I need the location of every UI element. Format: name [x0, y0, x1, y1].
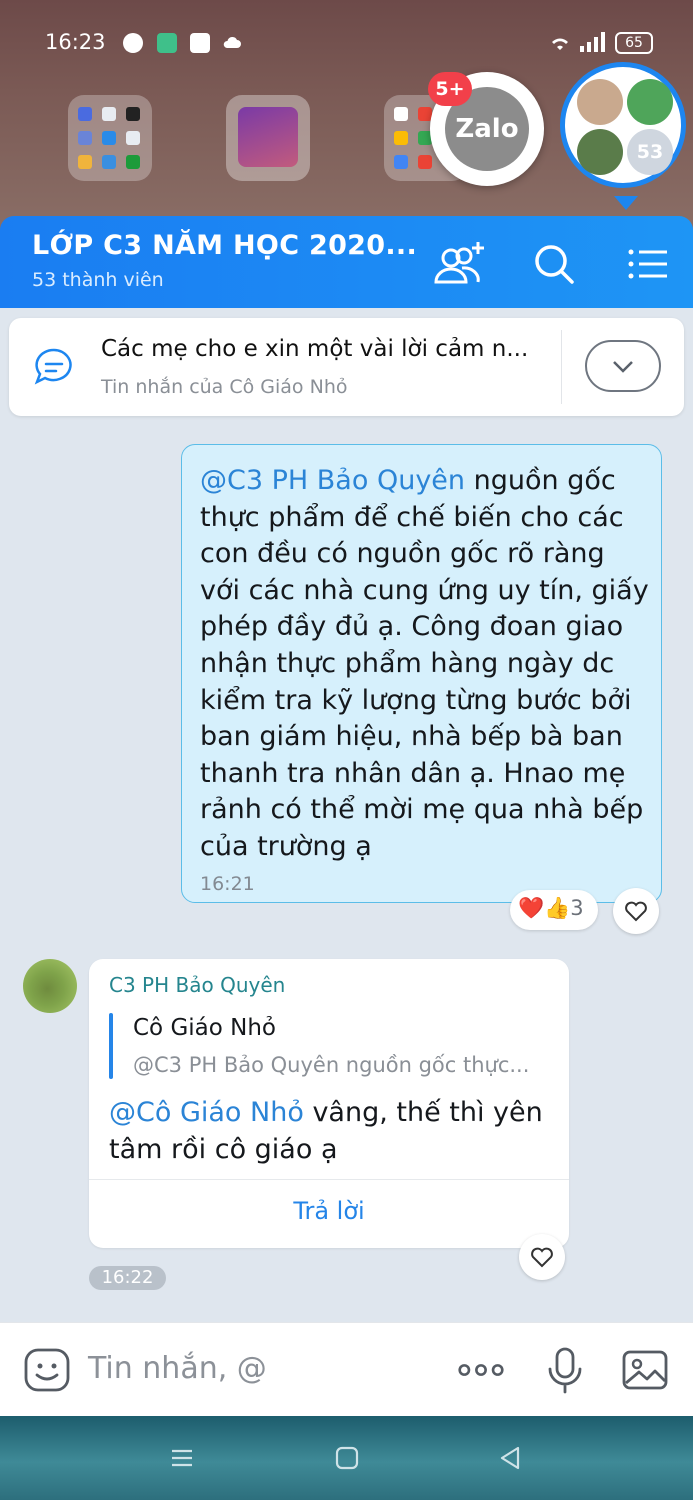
member-avatar [577, 129, 623, 175]
incoming-message-text: @Cô Giáo Nhỏ vâng, thế thì yên tâm rồi c… [109, 1095, 554, 1168]
quote-bar [109, 1013, 113, 1079]
add-member-icon[interactable] [432, 238, 484, 290]
heart-icon [625, 901, 647, 922]
outgoing-message-bubble[interactable]: @C3 PH Bảo Quyên nguồn gốc thực phẩm để … [181, 444, 662, 903]
mention-tag[interactable]: @Cô Giáo Nhỏ [109, 1097, 304, 1128]
message-input-bar: Tin nhắn, @ [0, 1322, 693, 1417]
reaction-summary[interactable]: ❤️👍3 [510, 890, 598, 930]
expand-pinned-button[interactable] [585, 340, 661, 392]
member-count-badge: 53 [627, 129, 673, 175]
image-icon[interactable] [620, 1345, 670, 1395]
pinned-message-text: Các mẹ cho e xin một vài lời cảm n... [101, 336, 529, 362]
divider [561, 330, 562, 404]
heart-icon [531, 1247, 553, 1268]
message-body: nguồn gốc thực phẩm để chế biến cho các … [200, 465, 649, 862]
group-chat-head[interactable]: 53 [560, 62, 686, 188]
system-navigation-bar [0, 1416, 693, 1500]
notification-badge: 5+ [428, 72, 472, 106]
signal-icon [580, 32, 605, 52]
chat-header: LỚP C3 NĂM HỌC 2020... 53 thành viên [0, 216, 693, 308]
app-folder [68, 95, 152, 181]
app-notification-icon [157, 33, 177, 53]
pinned-message[interactable]: Các mẹ cho e xin một vài lời cảm n... Ti… [9, 318, 684, 416]
sticker-icon[interactable] [22, 1345, 72, 1395]
chat-head-pointer [614, 196, 638, 210]
status-bar: 16:23 65 [0, 22, 693, 62]
message-input[interactable]: Tin nhắn, @ [88, 1351, 267, 1386]
member-count[interactable]: 53 thành viên [32, 269, 164, 291]
search-icon[interactable] [528, 238, 580, 290]
sender-avatar[interactable] [23, 959, 77, 1013]
zalo-notification-icon [190, 33, 210, 53]
message-time: 16:22 [89, 1266, 166, 1290]
gallery-app-icon [226, 95, 310, 181]
message-icon [34, 348, 72, 385]
divider [89, 1179, 569, 1180]
mention-tag[interactable]: @C3 PH Bảo Quyên [200, 465, 465, 496]
recents-icon[interactable] [168, 1444, 196, 1472]
pinned-message-author: Tin nhắn của Cô Giáo Nhỏ [101, 376, 348, 398]
chevron-down-icon [613, 361, 633, 373]
incoming-message-bubble[interactable]: C3 PH Bảo Quyên Cô Giáo Nhỏ @C3 PH Bảo Q… [89, 959, 569, 1248]
group-title[interactable]: LỚP C3 NĂM HỌC 2020... [32, 230, 417, 261]
message-time: 16:21 [200, 873, 255, 895]
member-avatar [627, 79, 673, 125]
menu-icon[interactable] [622, 238, 674, 290]
react-button[interactable] [613, 888, 659, 934]
wifi-icon [552, 38, 568, 50]
battery-indicator: 65 [615, 32, 653, 54]
quoted-author: Cô Giáo Nhỏ [133, 1015, 276, 1041]
react-button[interactable] [519, 1234, 565, 1280]
cloud-icon [223, 36, 241, 48]
facebook-icon [123, 33, 143, 53]
back-icon[interactable] [496, 1444, 524, 1472]
quoted-message[interactable]: Cô Giáo Nhỏ @C3 PH Bảo Quyên nguồn gốc t… [109, 1011, 559, 1081]
outgoing-message-text: @C3 PH Bảo Quyên nguồn gốc thực phẩm để … [200, 463, 650, 866]
reply-button[interactable]: Trả lời [89, 1197, 569, 1225]
home-icon[interactable] [333, 1444, 361, 1472]
status-time: 16:23 [45, 30, 106, 54]
microphone-icon[interactable] [540, 1345, 590, 1395]
sender-name[interactable]: C3 PH Bảo Quyên [109, 973, 285, 997]
member-avatar [577, 79, 623, 125]
reaction-counts: ❤️👍3 [518, 896, 584, 920]
more-options-icon[interactable] [456, 1345, 506, 1395]
quoted-text: @C3 PH Bảo Quyên nguồn gốc thực... [133, 1053, 530, 1077]
